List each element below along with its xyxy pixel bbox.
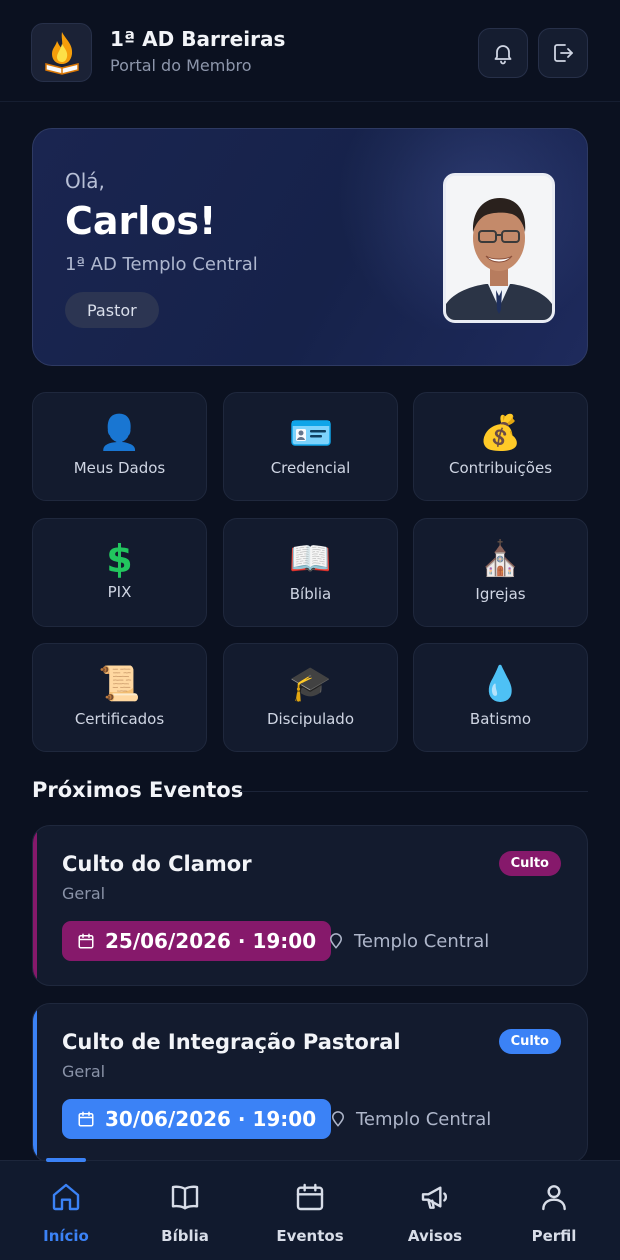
event-tag: Culto — [498, 1029, 561, 1054]
menu-tile-pix[interactable]: $ PIX — [32, 518, 207, 627]
user-icon — [542, 1185, 566, 1211]
church-icon: ⛪ — [479, 539, 522, 579]
app-screen: 1ª AD Barreiras Portal do Membro Olá, Ca… — [0, 0, 620, 1260]
menu-tile-discipulado[interactable]: 🎓 Discipulado — [223, 643, 398, 752]
event-card[interactable]: Culto de Integração Pastoral Geral Culto… — [32, 1003, 588, 1163]
nav-label: Perfil — [531, 1227, 577, 1245]
event-location: Templo Central — [329, 1099, 491, 1139]
event-location: Templo Central — [327, 921, 489, 961]
top-header: 1ª AD Barreiras Portal do Membro — [0, 0, 620, 102]
nav-label: Eventos — [276, 1227, 344, 1245]
nav-item-inicio[interactable]: Início — [16, 1179, 116, 1249]
menu-tile-meus-dados[interactable]: 👤 Meus Dados — [32, 392, 207, 501]
event-title: Culto de Integração Pastoral — [62, 1030, 401, 1054]
event-datetime: 25/06/2026 · 19:00 — [105, 929, 317, 953]
person-icon: 👤 — [98, 413, 141, 453]
menu-tile-contribuicoes[interactable]: 💰 Contribuições — [413, 392, 588, 501]
menu-tile-biblia[interactable]: 📖 Bíblia — [223, 518, 398, 627]
menu-tile-label: Credencial — [270, 459, 351, 477]
event-title: Culto do Clamor — [62, 852, 252, 876]
menu-tile-label: Certificados — [74, 710, 165, 728]
calendar-icon — [78, 1111, 94, 1127]
event-category: Geral — [62, 1062, 106, 1081]
menu-tile-label: Meus Dados — [73, 459, 166, 477]
menu-tile-label: Bíblia — [289, 585, 332, 603]
user-church: 1ª AD Templo Central — [65, 254, 258, 275]
user-name: Carlos! — [65, 199, 217, 243]
nav-label: Bíblia — [161, 1227, 209, 1245]
app-title: 1ª AD Barreiras — [110, 27, 286, 51]
menu-tile-label: Contribuições — [448, 459, 553, 477]
menu-tile-batismo[interactable]: 💧 Batismo — [413, 643, 588, 752]
event-accent-bar — [33, 1004, 37, 1162]
calendar-icon — [296, 1183, 324, 1211]
event-date-badge: 25/06/2026 · 19:00 — [62, 921, 332, 961]
menu-tile-label: PIX — [107, 583, 132, 601]
calendar-icon — [78, 933, 94, 949]
bottom-navigation: Início Bíblia Eventos Avisos Perfil — [0, 1158, 620, 1260]
water-drop-icon: 💧 — [479, 664, 522, 704]
active-tab-indicator — [46, 1158, 86, 1162]
nav-item-avisos[interactable]: Avisos — [385, 1179, 485, 1249]
scroll-icon: 📜 — [98, 664, 141, 704]
event-accent-bar — [33, 826, 37, 985]
role-badge: Pastor — [65, 292, 159, 328]
menu-tile-label: Discipulado — [266, 710, 355, 728]
location-pin-icon — [332, 1111, 344, 1127]
notifications-button[interactable] — [478, 28, 528, 78]
book-icon — [171, 1185, 199, 1210]
money-bag-icon: 💰 — [479, 413, 522, 453]
id-card-icon — [224, 411, 397, 455]
menu-tile-label: Batismo — [469, 710, 532, 728]
bell-icon — [494, 45, 512, 65]
greeting-card: Olá, Carlos! 1ª AD Templo Central Pastor — [32, 128, 588, 366]
church-logo — [31, 23, 92, 82]
nav-item-biblia[interactable]: Bíblia — [135, 1179, 235, 1249]
graduation-cap-icon: 🎓 — [289, 664, 332, 704]
greeting-hello: Olá, — [65, 169, 105, 193]
logout-button[interactable] — [538, 28, 588, 78]
profile-photo — [446, 176, 552, 320]
menu-tile-label: Igrejas — [475, 585, 526, 603]
event-category: Geral — [62, 884, 106, 903]
event-location-text: Templo Central — [354, 930, 490, 952]
flame-bible-icon — [44, 31, 79, 75]
nav-item-eventos[interactable]: Eventos — [260, 1179, 360, 1249]
section-title: Próximos Eventos — [32, 778, 244, 802]
nav-label: Avisos — [407, 1227, 463, 1245]
event-datetime: 30/06/2026 · 19:00 — [105, 1107, 317, 1131]
avatar[interactable] — [443, 173, 555, 323]
menu-tile-certificados[interactable]: 📜 Certificados — [32, 643, 207, 752]
app-subtitle: Portal do Membro — [110, 56, 252, 75]
home-icon — [52, 1183, 80, 1211]
open-book-icon: 📖 — [289, 539, 332, 579]
logout-icon — [554, 44, 573, 62]
location-pin-icon — [330, 933, 342, 949]
event-tag: Culto — [498, 851, 561, 876]
megaphone-icon — [421, 1186, 448, 1209]
nav-label: Início — [43, 1227, 89, 1245]
event-date-badge: 30/06/2026 · 19:00 — [62, 1099, 332, 1139]
menu-tile-igrejas[interactable]: ⛪ Igrejas — [413, 518, 588, 627]
section-divider — [240, 791, 588, 792]
menu-tile-credencial[interactable]: Credencial — [223, 392, 398, 501]
event-card[interactable]: Culto do Clamor Geral Culto 25/06/2026 ·… — [32, 825, 588, 986]
nav-item-perfil[interactable]: Perfil — [504, 1179, 604, 1249]
event-location-text: Templo Central — [356, 1108, 492, 1130]
dollar-sign-icon: $ — [106, 537, 133, 581]
